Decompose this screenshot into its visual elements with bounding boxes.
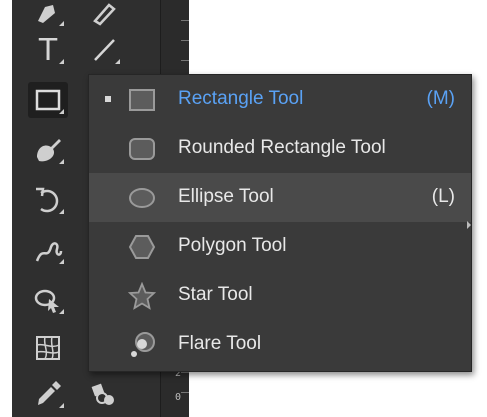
- menu-item-label: Star Tool: [178, 284, 253, 305]
- menu-item-label: Rectangle Tool: [178, 88, 304, 109]
- warp-tool-button[interactable]: [24, 228, 72, 272]
- paintbrush-tool-button[interactable]: [24, 128, 72, 172]
- ruler-label: 0: [175, 392, 182, 403]
- flyout-indicator: [59, 259, 64, 264]
- rounded-rectangle-icon: [128, 135, 156, 163]
- blend-icon: [91, 383, 114, 405]
- ellipse-icon: [128, 184, 156, 212]
- flyout-indicator: [59, 21, 64, 26]
- flare-icon: [128, 331, 156, 359]
- mesh-tool-button[interactable]: [24, 326, 72, 370]
- mesh-icon: [36, 336, 60, 360]
- ruler-tick: [181, 372, 189, 373]
- type-icon: T: [38, 32, 58, 68]
- shape-tools-flyout-menu: Rectangle Tool (M) Rounded Rectangle Too…: [88, 74, 472, 372]
- menu-item-label: Flare Tool: [178, 333, 262, 354]
- menu-item-shortcut: (M): [426, 88, 455, 109]
- shape-builder-tool-button[interactable]: [24, 278, 72, 322]
- menu-item-polygon-tool[interactable]: Polygon Tool: [89, 222, 471, 271]
- rotate-tool-button[interactable]: [24, 178, 72, 222]
- ruler-tick: [181, 40, 189, 41]
- flyout-indicator: [59, 159, 64, 164]
- star-icon: [128, 282, 156, 310]
- flyout-indicator: [59, 59, 64, 64]
- menu-item-star-tool[interactable]: Star Tool: [89, 271, 471, 320]
- menu-item-label: Polygon Tool: [178, 235, 287, 256]
- flyout-indicator: [115, 59, 120, 64]
- type-tool-button[interactable]: T: [24, 28, 72, 72]
- pencil-icon: [93, 3, 116, 26]
- rectangle-icon: [128, 86, 156, 114]
- eyedropper-tool-button[interactable]: [24, 372, 72, 416]
- blend-tool-button[interactable]: [80, 372, 128, 416]
- menu-item-ellipse-tool[interactable]: Ellipse Tool (L): [89, 173, 471, 222]
- ruler-tick: [181, 60, 189, 61]
- menu-item-label: Ellipse Tool: [178, 186, 274, 207]
- current-tool-indicator: [105, 96, 111, 102]
- menu-item-rectangle-tool[interactable]: Rectangle Tool (M): [89, 75, 471, 124]
- menu-item-label: Rounded Rectangle Tool: [178, 137, 386, 158]
- line-segment-tool-button[interactable]: [80, 28, 128, 72]
- polygon-icon: [128, 233, 156, 261]
- ruler-tick: [181, 20, 189, 21]
- menu-item-flare-tool[interactable]: Flare Tool: [89, 320, 471, 369]
- ruler-tick: [181, 392, 189, 393]
- flyout-indicator: [59, 309, 64, 314]
- flyout-indicator: [59, 403, 64, 408]
- flyout-indicator: [59, 209, 64, 214]
- tear-off-arrow-icon[interactable]: [467, 221, 471, 229]
- rectangle-tool-button[interactable]: [24, 78, 72, 122]
- flyout-indicator: [59, 109, 64, 114]
- menu-item-rounded-rectangle-tool[interactable]: Rounded Rectangle Tool: [89, 124, 471, 173]
- menu-item-shortcut: (L): [431, 186, 455, 207]
